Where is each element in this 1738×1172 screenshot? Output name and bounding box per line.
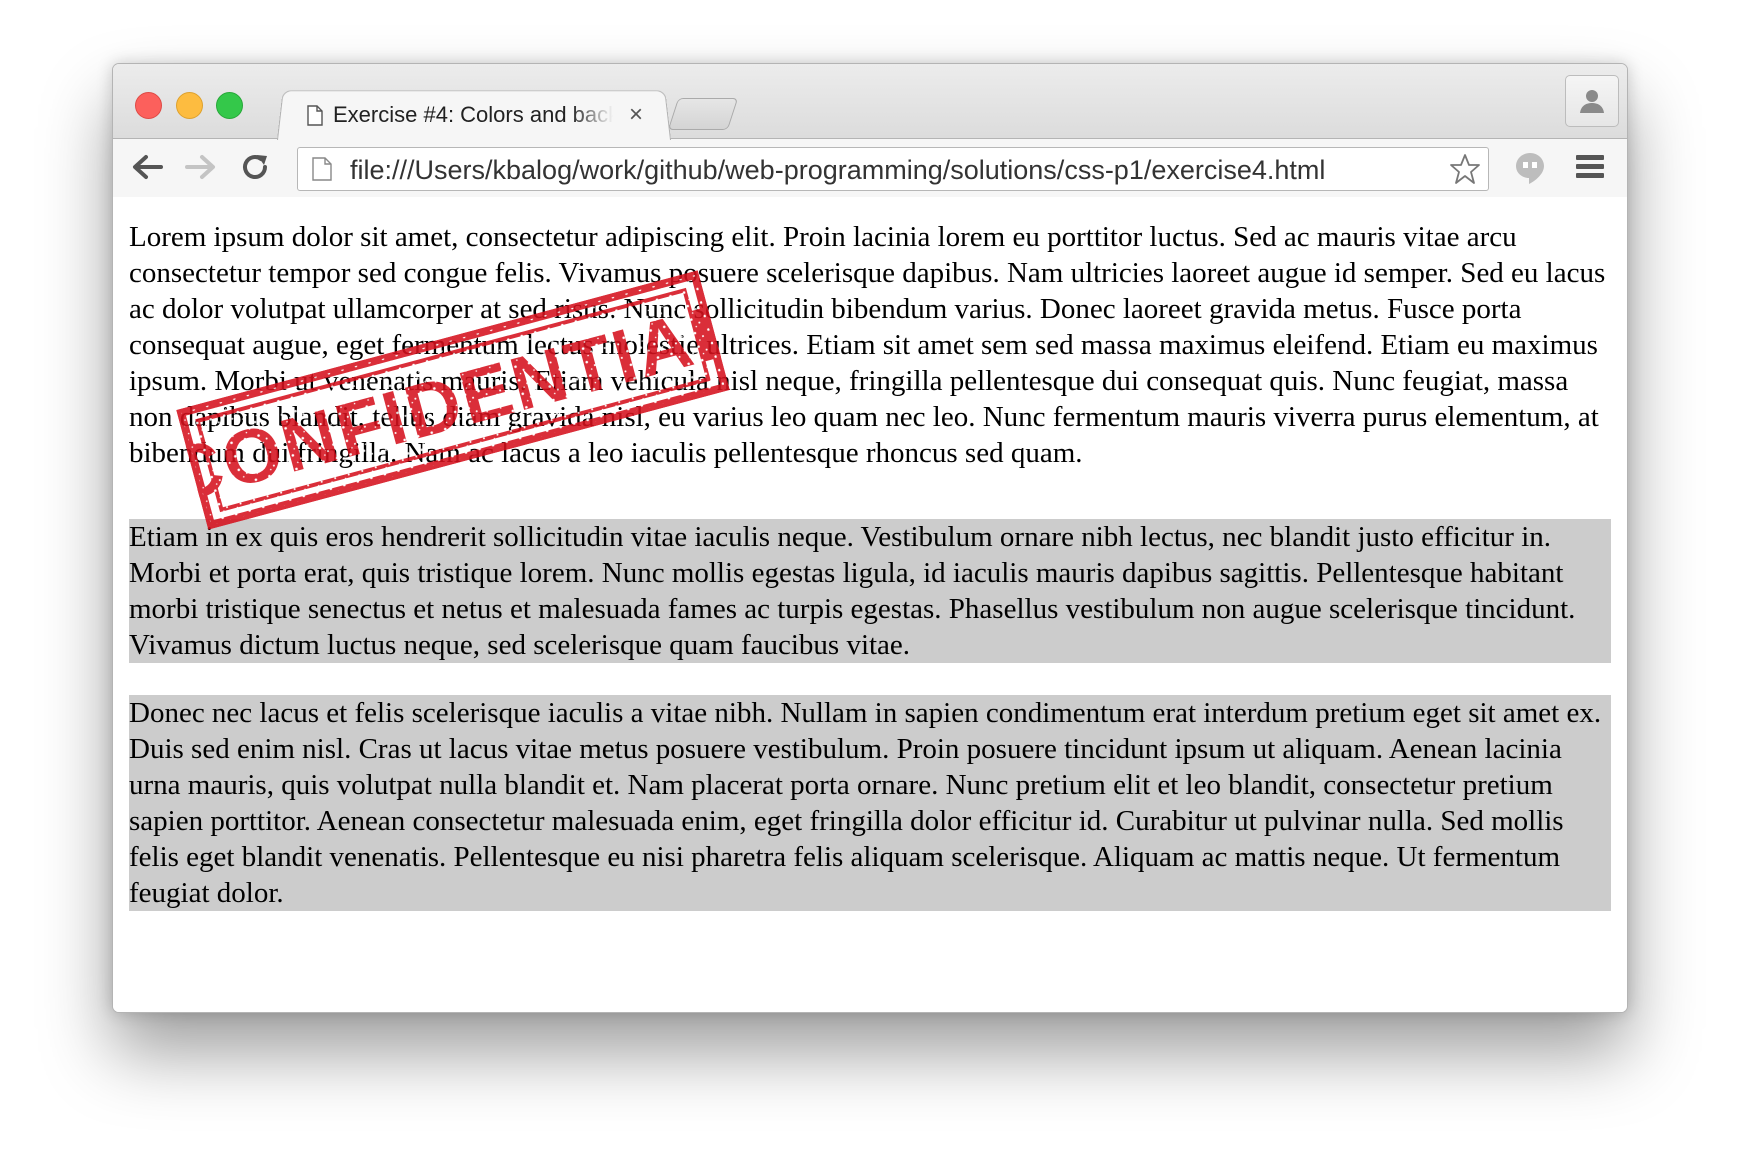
hamburger-menu-icon[interactable] [1575,153,1605,181]
document-icon [307,104,323,126]
url-text[interactable]: file:///Users/kbalog/work/github/web-pro… [350,155,1325,186]
reload-icon[interactable] [237,149,273,185]
title-bar: Exercise #4: Colors and backgrounds × [113,64,1627,140]
paragraph-3: Donec nec lacus et felis scelerisque iac… [129,695,1611,911]
tab-close-icon[interactable]: × [625,103,647,127]
page-icon [312,157,332,181]
forward-arrow-icon[interactable] [183,149,219,185]
zoom-window-button[interactable] [216,92,243,119]
paragraph-2: Etiam in ex quis eros hendrerit sollicit… [129,519,1611,663]
browser-window: Exercise #4: Colors and backgrounds × [112,63,1628,1013]
hangouts-icon[interactable] [1513,151,1547,185]
tab-title: Exercise #4: Colors and backgrounds [333,102,613,127]
user-profile-icon[interactable] [1565,75,1619,127]
paragraph-1: Lorem ipsum dolor sit amet, consectetur … [129,221,1606,469]
back-arrow-icon[interactable] [129,149,165,185]
new-tab-button[interactable] [667,98,739,130]
close-window-button[interactable] [135,92,162,119]
star-icon[interactable] [1448,152,1482,186]
minimize-window-button[interactable] [176,92,203,119]
page-content: Lorem ipsum dolor sit amet, consectetur … [113,197,1627,1012]
toolbar: file:///Users/kbalog/work/github/web-pro… [113,138,1627,198]
address-bar[interactable]: file:///Users/kbalog/work/github/web-pro… [297,147,1489,191]
tab-active-content[interactable]: Exercise #4: Colors and backgrounds × [295,96,655,134]
